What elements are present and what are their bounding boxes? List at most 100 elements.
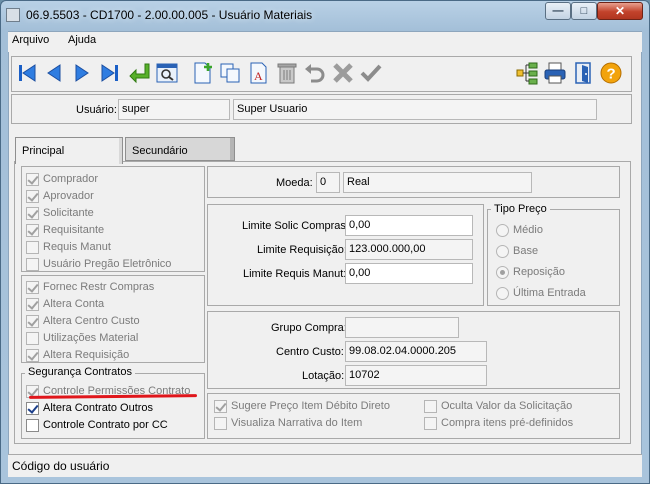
limit-solic-compras-label: Limite Solic Compras:: [242, 220, 349, 232]
limit-solic-compras-field[interactable]: 0,00: [345, 215, 473, 236]
checkbox-box: [26, 280, 39, 294]
checkbox-comprador[interactable]: Comprador: [26, 171, 171, 187]
allocation-label: Lotação:: [302, 370, 345, 382]
delete-icon: [277, 63, 297, 84]
checkbox-sugere-preco[interactable]: Sugere Preço Item Débito Direto: [214, 398, 390, 414]
checkbox-altera-centro-custo[interactable]: Altera Centro Custo: [26, 313, 154, 329]
checkbox-compra-itens[interactable]: Compra itens pré-definidos: [424, 415, 573, 431]
checkbox-fornec-restr[interactable]: Fornec Restr Compras: [26, 279, 154, 295]
radio-dot: [496, 286, 509, 300]
roles-list: Comprador Aprovador Solicitante Requisit…: [26, 171, 171, 272]
maximize-icon: □: [580, 5, 588, 17]
checkbox-aprovador[interactable]: Aprovador: [26, 188, 171, 204]
limit-requis-manut-label: Limite Requis Manut:: [243, 268, 347, 280]
close-icon: ✕: [614, 4, 626, 18]
prev-record-button[interactable]: [42, 61, 66, 85]
checkbox-utilizacoes-material[interactable]: Utilizações Material: [26, 330, 154, 346]
checkbox-requisitante[interactable]: Requisitante: [26, 222, 171, 238]
goto-icon: [129, 63, 150, 84]
checkbox-label: Aprovador: [43, 190, 94, 202]
checkbox-oculta-valor[interactable]: Oculta Valor da Solicitação: [424, 398, 573, 414]
user-code-field[interactable]: super: [118, 99, 230, 120]
radio-base[interactable]: Base: [496, 241, 586, 261]
checkbox-controle-contrato-cc[interactable]: Controle Contrato por CC: [26, 417, 190, 433]
tab-principal[interactable]: Principal: [15, 137, 123, 164]
radio-label: Reposição: [513, 266, 565, 278]
search-button[interactable]: [155, 61, 179, 85]
checkbox-altera-contrato-outros[interactable]: Altera Contrato Outros: [26, 400, 190, 416]
limit-requisicao-field[interactable]: 123.000.000,00: [345, 239, 473, 260]
menu-arquivo[interactable]: Arquivo: [12, 34, 49, 46]
currency-name-field: Real: [343, 172, 532, 193]
radio-label: Última Entrada: [513, 287, 586, 299]
app-icon: [6, 8, 20, 22]
user-label: Usuário:: [76, 104, 117, 116]
exit-button[interactable]: [572, 61, 596, 85]
radio-dot: [496, 223, 509, 237]
checkbox-box: [26, 418, 39, 432]
checkbox-box: [26, 297, 39, 311]
print-icon: [544, 62, 566, 84]
allocation-field[interactable]: 10702: [345, 365, 487, 386]
checkbox-requis-manut[interactable]: Requis Manut: [26, 239, 171, 255]
tab-secundario[interactable]: Secundário: [125, 137, 235, 161]
copy-icon: [220, 63, 240, 83]
menu-ajuda[interactable]: Ajuda: [68, 34, 96, 46]
exit-icon: [575, 62, 591, 84]
copy-button[interactable]: [218, 61, 242, 85]
checkbox-usuario-pregao[interactable]: Usuário Pregão Eletrônico: [26, 256, 171, 272]
window-title: 06.9.5503 - CD1700 - 2.00.00.005 - Usuár…: [26, 8, 313, 22]
permissions-list: Fornec Restr Compras Altera Conta Altera…: [26, 279, 154, 363]
last-icon: [101, 64, 118, 82]
price-type-options: Médio Base Reposição Última Entrada: [496, 220, 586, 303]
cancel-button[interactable]: [331, 61, 355, 85]
checkbox-box: [26, 206, 39, 220]
last-record-button[interactable]: [98, 61, 122, 85]
radio-label: Base: [513, 245, 539, 257]
checkbox-box: [214, 399, 227, 413]
confirm-button[interactable]: [359, 61, 383, 85]
checkbox-box: [424, 399, 437, 413]
radio-reposicao[interactable]: Reposição: [496, 262, 586, 282]
checkbox-label: Sugere Preço Item Débito Direto: [231, 400, 390, 412]
checkbox-visualiza-narrativa[interactable]: Visualiza Narrativa do Item: [214, 415, 390, 431]
edit-button[interactable]: A: [247, 61, 271, 85]
radio-ultima-entrada[interactable]: Última Entrada: [496, 283, 586, 303]
checkbox-label: Compra itens pré-definidos: [441, 417, 574, 429]
tree-button[interactable]: [515, 61, 539, 85]
maximize-button[interactable]: □: [571, 2, 597, 20]
undo-icon: [305, 64, 325, 83]
delete-button[interactable]: [275, 61, 299, 85]
checkbox-label: Usuário Pregão Eletrônico: [43, 258, 172, 270]
help-icon: ?: [600, 62, 622, 84]
cancel-icon: [333, 63, 353, 83]
status-text: Código do usuário: [12, 459, 110, 473]
purchase-group-field[interactable]: [345, 317, 459, 338]
next-icon: [75, 64, 89, 82]
new-button[interactable]: [191, 61, 215, 85]
checkbox-box: [26, 257, 39, 271]
undo-button[interactable]: [303, 61, 327, 85]
svg-text:?: ?: [607, 66, 616, 83]
checkbox-solicitante[interactable]: Solicitante: [26, 205, 171, 221]
currency-label: Moeda:: [276, 177, 313, 189]
minimize-button[interactable]: —: [545, 2, 571, 20]
radio-dot: [496, 244, 509, 258]
close-button[interactable]: ✕: [597, 2, 643, 20]
checkbox-box: [26, 172, 39, 186]
first-record-button[interactable]: [15, 61, 39, 85]
cost-center-field[interactable]: 99.08.02.04.0000.205: [345, 341, 487, 362]
minimize-icon: —: [552, 5, 564, 17]
checkbox-altera-requisicao[interactable]: Altera Requisição: [26, 347, 154, 363]
goto-button[interactable]: [127, 61, 151, 85]
currency-code-field[interactable]: 0: [316, 172, 340, 193]
contract-security-list: Controle Permissões Contrato Altera Cont…: [26, 383, 190, 433]
limit-requis-manut-field[interactable]: 0,00: [345, 263, 473, 284]
title-bar[interactable]: 06.9.5503 - CD1700 - 2.00.00.005 - Usuár…: [0, 0, 650, 30]
help-button[interactable]: ?: [599, 61, 623, 85]
checkbox-box: [214, 416, 227, 430]
radio-medio[interactable]: Médio: [496, 220, 586, 240]
print-button[interactable]: [543, 61, 567, 85]
next-record-button[interactable]: [70, 61, 94, 85]
checkbox-altera-conta[interactable]: Altera Conta: [26, 296, 154, 312]
